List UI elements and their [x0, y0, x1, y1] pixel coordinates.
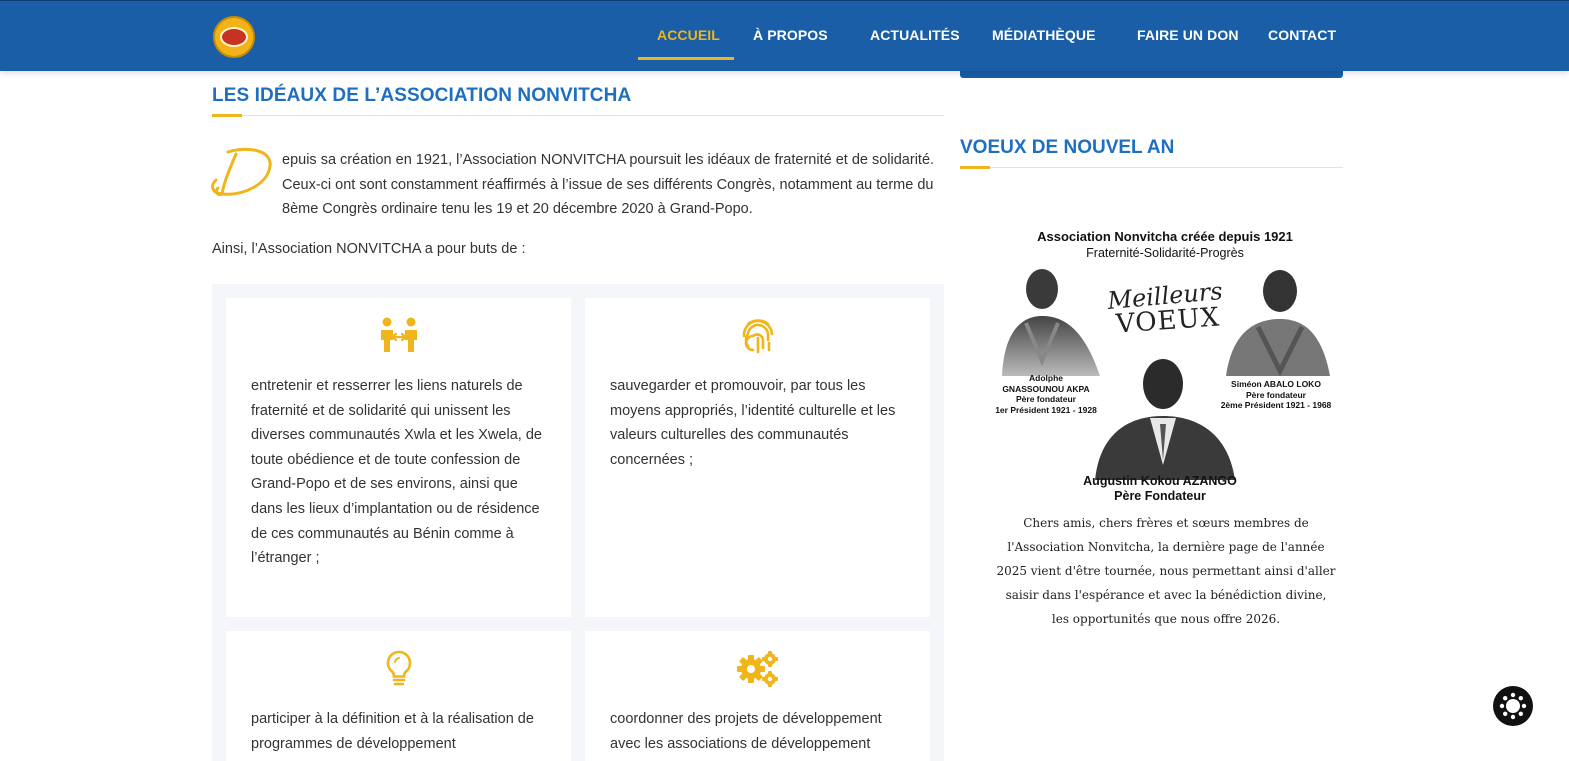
main-founder-role: Père Fondateur: [1114, 489, 1206, 503]
goal-text: participer à la définition et à la réali…: [251, 711, 534, 752]
nav-a-propos[interactable]: À PROPOS: [753, 27, 828, 43]
nav-actualites[interactable]: ACTUALITÉS: [870, 27, 960, 43]
accessibility-button[interactable]: [1493, 686, 1533, 726]
goal-card: sauvegarder et promouvoir, par tous les …: [585, 298, 930, 617]
poster-title: Association Nonvitcha créée depuis 1921: [1037, 229, 1293, 244]
sidebar-title: VOEUX DE NOUVEL AN: [960, 137, 1175, 158]
left-founder-caption: Adolphe GNASSOUNOU AKPA Père fondateur 1…: [995, 373, 1097, 415]
intro-paragraph: epuis sa création en 1921, l’Association…: [282, 152, 935, 217]
dropcap-d: [211, 147, 272, 196]
goals-intro: Ainsi, l’Association NONVITCHA a pour bu…: [212, 241, 526, 257]
handshake-people-icon: [226, 316, 571, 356]
fingerprint-icon: [585, 316, 930, 356]
gears-icon: [585, 649, 930, 689]
goal-text: entretenir et resserrer les liens nature…: [251, 378, 542, 567]
founder-portrait-center: [1095, 359, 1235, 480]
goals-grid: entretenir et resserrer les liens nature…: [212, 284, 944, 761]
main-founder-caption: Augustin Kokou AZANGO Père Fondateur: [1050, 474, 1270, 504]
goal-text: sauvegarder et promouvoir, par tous les …: [610, 378, 896, 468]
poster-message: Chers amis, chers frères et sœurs membre…: [996, 516, 1336, 626]
goal-text: coordonner des projets de développement …: [610, 711, 882, 752]
nav-faire-un-don[interactable]: FAIRE UN DON: [1137, 27, 1239, 43]
active-nav-indicator: [638, 57, 734, 60]
sidebar-divider: [960, 167, 1343, 168]
lightbulb-icon: [226, 649, 571, 689]
new-year-poster[interactable]: Association Nonvitcha créée depuis 1921 …: [990, 225, 1336, 635]
goal-card: coordonner des projets de développement …: [585, 631, 930, 761]
section-divider: [212, 115, 944, 116]
site-header: ACCUEIL À PROPOS ACTUALITÉS MÉDIATHÈQUE …: [0, 0, 1569, 71]
goal-card: entretenir et resserrer les liens nature…: [226, 298, 571, 617]
poster-subtitle: Fraternité-Solidarité-Progrès: [1086, 246, 1244, 260]
section-accent: [212, 114, 242, 117]
accessibility-icon: [1499, 692, 1527, 720]
right-founder-caption: Siméon ABALO LOKO Père fondateur 2ème Pr…: [1220, 379, 1332, 410]
goal-card: participer à la définition et à la réali…: [226, 631, 571, 761]
main-founder-name: Augustin Kokou AZANGO: [1083, 474, 1237, 488]
nav-contact[interactable]: CONTACT: [1268, 27, 1336, 43]
nav-accueil[interactable]: ACCUEIL: [657, 27, 720, 43]
association-logo[interactable]: [213, 16, 255, 58]
nav-mediatheque[interactable]: MÉDIATHÈQUE: [992, 27, 1096, 43]
sidebar-accent: [960, 166, 990, 169]
section-title: LES IDÉAUX DE L’ASSOCIATION NONVITCHA: [212, 85, 632, 106]
